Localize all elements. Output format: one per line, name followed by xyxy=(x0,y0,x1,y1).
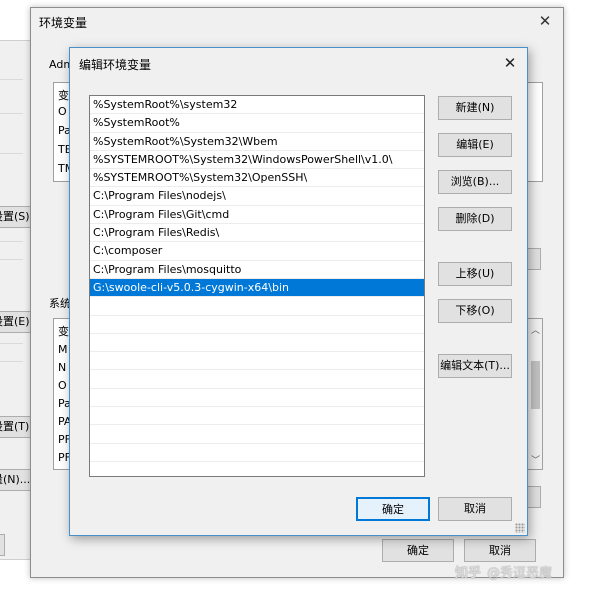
empty-path-row[interactable] xyxy=(90,370,424,389)
divider xyxy=(0,113,23,114)
path-item[interactable]: %SYSTEMROOT%\System32\WindowsPowerShell\… xyxy=(90,151,424,170)
settings-e-button[interactable]: 设置(E)... xyxy=(0,311,31,333)
edit-text-button[interactable]: 编辑文本(T)... xyxy=(438,354,512,378)
empty-path-row[interactable] xyxy=(90,425,424,444)
divider xyxy=(0,241,23,242)
move-down-button[interactable]: 下移(O) xyxy=(438,299,512,323)
settings-t-button[interactable]: 设置(T)... xyxy=(0,416,31,438)
list-item[interactable]: N xyxy=(58,361,66,374)
list-header: 变 xyxy=(58,325,69,338)
dialog-title: 编辑环境变量 xyxy=(79,58,152,72)
empty-path-row[interactable] xyxy=(90,407,424,426)
watermark-brand: 知乎 xyxy=(455,566,482,581)
watermark-author: @秀逗恶魔 xyxy=(487,566,553,581)
path-item[interactable]: C:\Program Files\Git\cmd xyxy=(90,206,424,225)
scroll-up-icon[interactable]: ︿ xyxy=(531,323,540,336)
path-item-selected[interactable]: G:\swoole-cli-v5.0.3-cygwin-x64\bin xyxy=(90,278,424,298)
partial-button[interactable] xyxy=(0,534,5,556)
empty-path-row[interactable] xyxy=(90,352,424,371)
list-item[interactable]: O xyxy=(58,379,67,392)
scroll-thumb[interactable] xyxy=(531,361,540,409)
empty-path-row[interactable] xyxy=(90,444,424,462)
divider xyxy=(0,343,23,344)
list-header: 变 xyxy=(58,89,69,102)
env-vars-button[interactable]: 量(N)... xyxy=(0,469,31,491)
path-item[interactable]: C:\Program Files\nodejs\ xyxy=(90,187,424,206)
empty-path-row[interactable] xyxy=(90,389,424,408)
new-button[interactable]: 新建(N) xyxy=(438,96,512,120)
path-item[interactable]: C:\Program Files\Redis\ xyxy=(90,224,424,243)
path-item[interactable]: %SYSTEMROOT%\System32\OpenSSH\ xyxy=(90,169,424,188)
cancel-button[interactable]: 取消 xyxy=(438,497,512,521)
path-item[interactable]: %SystemRoot%\System32\Wbem xyxy=(90,133,424,151)
ok-button[interactable]: 确定 xyxy=(356,497,430,521)
window-title: 环境变量 xyxy=(39,16,88,30)
browse-button[interactable]: 浏览(B)... xyxy=(438,170,512,194)
divider xyxy=(0,153,23,154)
empty-path-row[interactable] xyxy=(90,316,424,334)
close-icon[interactable]: ✕ xyxy=(499,52,521,74)
delete-button[interactable]: 删除(D) xyxy=(438,207,512,231)
move-up-button[interactable]: 上移(U) xyxy=(438,262,512,286)
cancel-button[interactable]: 取消 xyxy=(464,539,536,562)
edit-environment-variable-dialog: 编辑环境变量 ✕ %SystemRoot%\system32 %SystemRo… xyxy=(69,47,528,536)
empty-path-row[interactable] xyxy=(90,297,424,316)
list-item[interactable]: O xyxy=(58,105,67,118)
edit-button[interactable]: 编辑(E) xyxy=(438,133,512,157)
divider xyxy=(0,79,23,80)
path-item[interactable]: %SystemRoot%\system32 xyxy=(90,96,424,115)
ok-button[interactable]: 确定 xyxy=(382,539,454,562)
resize-grip-icon[interactable] xyxy=(515,523,525,533)
path-item[interactable]: %SystemRoot% xyxy=(90,114,424,133)
system-variables-group-label: 系统 xyxy=(49,295,71,311)
list-item[interactable]: M xyxy=(58,343,68,356)
user-delete-button-partial[interactable] xyxy=(527,248,541,270)
path-item[interactable]: C:\Program Files\mosquitto xyxy=(90,261,424,279)
empty-path-row[interactable] xyxy=(90,334,424,353)
scrollbar[interactable]: ︿ ﹀ xyxy=(527,319,542,469)
path-item[interactable]: C:\composer xyxy=(90,242,424,261)
divider xyxy=(0,361,23,362)
watermark: 知乎 @秀逗恶魔 xyxy=(455,562,552,581)
system-delete-button-partial[interactable] xyxy=(527,486,541,508)
close-icon[interactable]: ✕ xyxy=(535,10,555,32)
scroll-down-icon[interactable]: ﹀ xyxy=(531,453,540,466)
divider xyxy=(0,259,23,260)
path-list[interactable]: %SystemRoot%\system32 %SystemRoot% %Syst… xyxy=(89,95,425,477)
settings-s-button[interactable]: 设置(S)... xyxy=(0,206,31,228)
